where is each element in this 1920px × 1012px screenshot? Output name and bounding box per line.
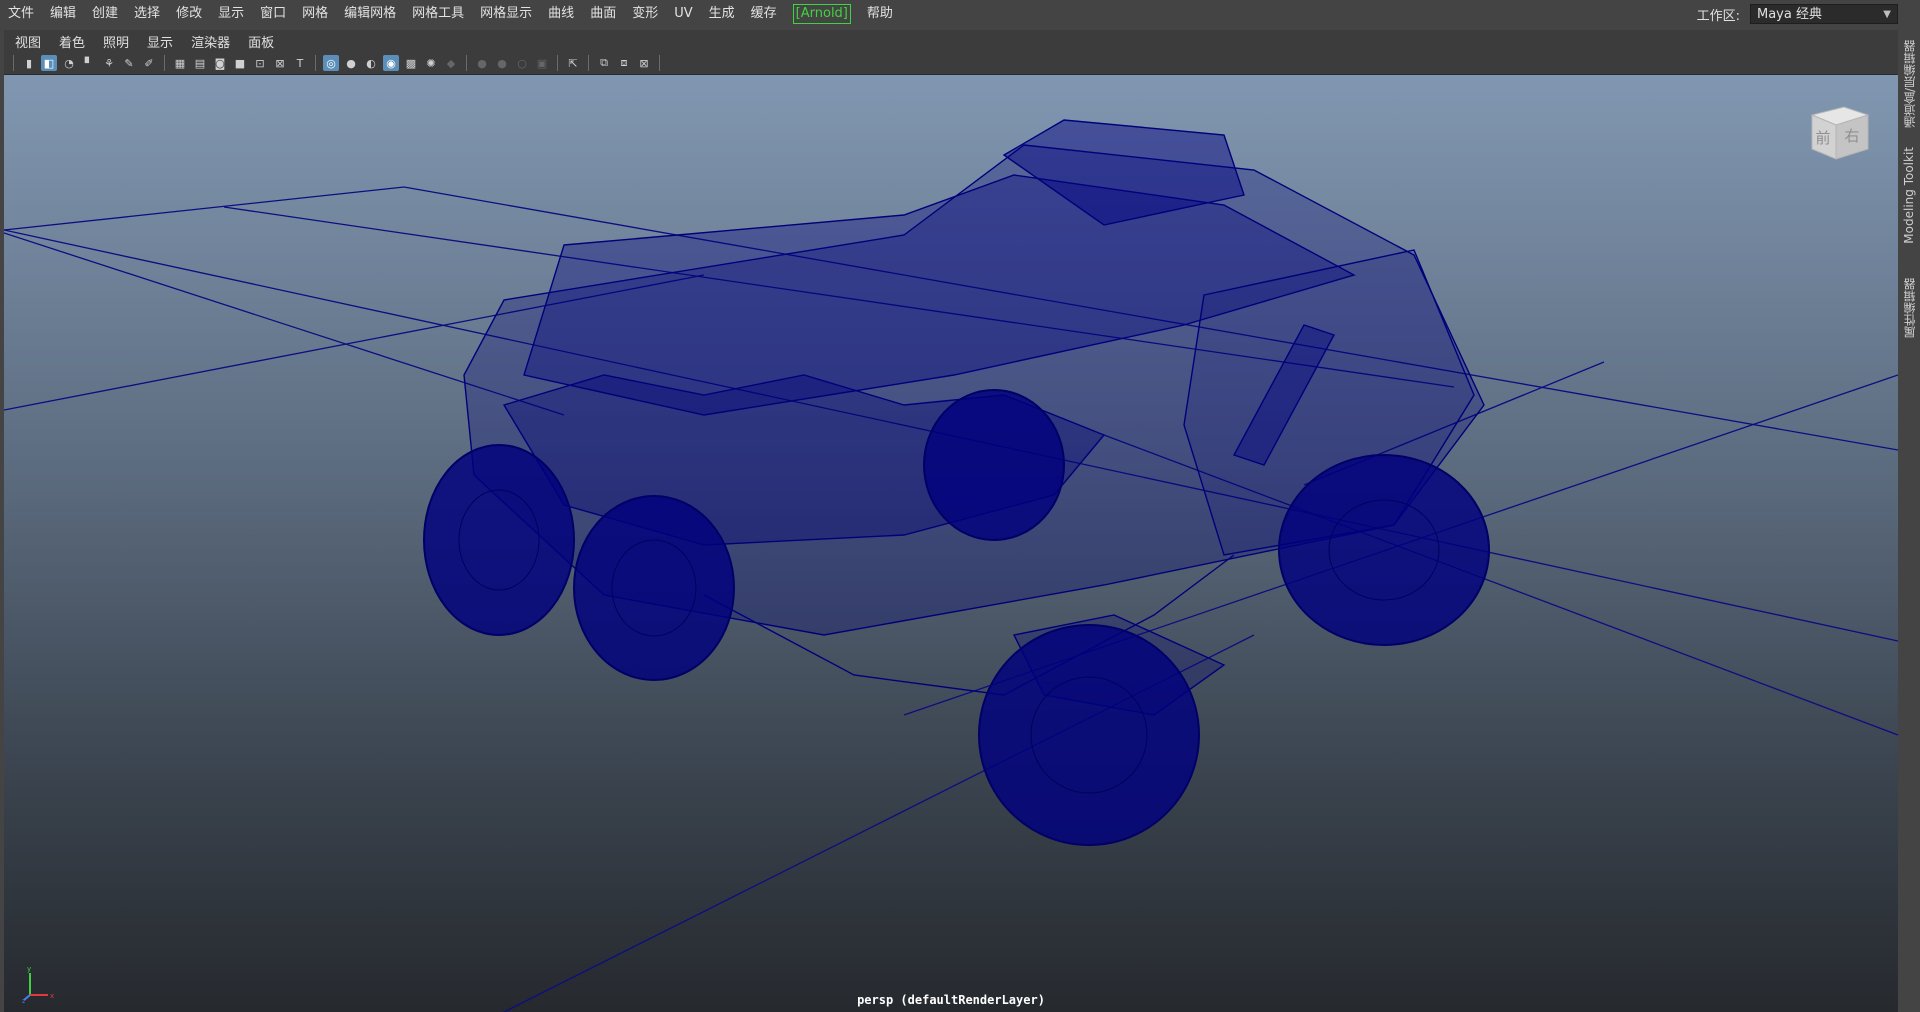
tab-modeling-toolkit[interactable]: Modeling Toolkit	[1898, 144, 1920, 246]
menu-edit[interactable]: 编辑	[42, 0, 84, 28]
textured-icon[interactable]: ▩	[403, 55, 419, 71]
menu-file[interactable]: 文件	[0, 0, 42, 28]
view-cube[interactable]: 前 右	[1804, 97, 1874, 167]
resolution-gate-icon[interactable]: ▤	[192, 55, 208, 71]
menu-select[interactable]: 选择	[126, 0, 168, 28]
multisample-aa-icon[interactable]: ○	[514, 55, 530, 71]
panel-menu-show[interactable]: 显示	[138, 32, 182, 51]
grid-icon[interactable]: ▦	[172, 55, 188, 71]
workspace-label: 工作区:	[1696, 8, 1740, 24]
toolbar-divider	[588, 55, 589, 71]
menu-window[interactable]: 窗口	[252, 0, 294, 28]
use-all-lights-icon[interactable]: ✺	[423, 55, 439, 71]
field-chart-icon[interactable]: ■	[232, 55, 248, 71]
camera-name-label: persp (defaultRenderLayer)	[857, 993, 1045, 1007]
hud-icon[interactable]: T	[292, 55, 308, 71]
main-menu-bar: 文件 编辑 创建 选择 修改 显示 窗口 网格 编辑网格 网格工具 网格显示 曲…	[0, 0, 1920, 28]
menu-display[interactable]: 显示	[210, 0, 252, 28]
workspace-dropdown[interactable]: Maya 经典 ▼	[1750, 4, 1898, 24]
menu-cache[interactable]: 缓存	[743, 0, 785, 28]
panel-menu-bar: 视图 着色 照明 显示 渲染器 面板	[4, 30, 1898, 52]
viewcube-front-label: 前	[1815, 129, 1830, 147]
image-plane-icon[interactable]: ▘	[81, 55, 97, 71]
vehicle-wireframe	[423, 119, 1490, 846]
safe-title-icon[interactable]: ⊠	[272, 55, 288, 71]
menu-deform[interactable]: 变形	[624, 0, 666, 28]
motion-blur-icon[interactable]: ●	[494, 55, 510, 71]
grease-pencil-icon[interactable]: ✎	[121, 55, 137, 71]
panel-menu-view[interactable]: 视图	[6, 32, 50, 51]
toolbar-divider	[659, 55, 660, 71]
menu-mesh-display[interactable]: 网格显示	[472, 0, 540, 28]
chevron-down-icon: ▼	[1883, 9, 1891, 20]
panel-menu-renderer[interactable]: 渲染器	[182, 32, 239, 51]
menu-arnold[interactable]: [Arnold]	[785, 0, 859, 28]
toolbar-divider	[164, 55, 165, 71]
camera-attr-icon[interactable]: ◧	[41, 55, 57, 71]
xray-icon[interactable]: ◉	[383, 55, 399, 71]
viewcube-right-label: 右	[1844, 127, 1859, 145]
tab-modeling-toolkit-label: Modeling Toolkit	[1902, 146, 1916, 244]
backface-cull-icon[interactable]: ⊠	[636, 55, 652, 71]
safe-action-icon[interactable]: ⊡	[252, 55, 268, 71]
menu-mesh[interactable]: 网格	[294, 0, 336, 28]
menu-help[interactable]: 帮助	[859, 0, 901, 28]
wireframe-icon[interactable]: ◎	[323, 55, 339, 71]
2d-pan-icon[interactable]: ⚘	[101, 55, 117, 71]
depth-of-field-icon[interactable]: ▣	[534, 55, 550, 71]
viewport-scene	[4, 119, 1898, 1012]
axis-y-label: y	[27, 965, 31, 973]
menu-generate[interactable]: 生成	[701, 0, 743, 28]
screen-space-ao-icon[interactable]: ●	[474, 55, 490, 71]
panel-menu-shading[interactable]: 着色	[50, 32, 94, 51]
menu-surfaces[interactable]: 曲面	[582, 0, 624, 28]
default-material-icon[interactable]: ◐	[363, 55, 379, 71]
menu-modify[interactable]: 修改	[168, 0, 210, 28]
tab-channel-box-label: 通道盒/层编辑器	[1902, 39, 1917, 129]
camera-icon[interactable]: ▮	[21, 55, 37, 71]
smooth-shade-icon[interactable]: ●	[343, 55, 359, 71]
menu-mesh-tools[interactable]: 网格工具	[404, 0, 472, 28]
isolate-select-icon[interactable]: ⇱	[565, 55, 581, 71]
tab-attribute-editor-label: 属性编辑器	[1902, 278, 1917, 338]
xray-active-icon[interactable]: ⧈	[616, 55, 632, 71]
viewport-panel: 视图 着色 照明 显示 渲染器 面板 ▮ ◧ ◔ ▘ ⚘ ✎ ✐ ▦ ▤ ◙ ■…	[4, 30, 1898, 1012]
menu-edit-mesh[interactable]: 编辑网格	[336, 0, 404, 28]
panel-menu-lighting[interactable]: 照明	[94, 32, 138, 51]
workspace-selector-group: 工作区: Maya 经典 ▼	[1697, 2, 1898, 26]
menu-arnold-label: [Arnold]	[792, 4, 851, 24]
gate-mask-icon[interactable]: ◙	[212, 55, 228, 71]
shadows-icon[interactable]: ◆	[443, 55, 459, 71]
film-gate-icon[interactable]: ✐	[141, 55, 157, 71]
toolbar-divider	[13, 55, 14, 71]
panel-menu-panels[interactable]: 面板	[239, 32, 283, 51]
tab-channel-box[interactable]: 通道盒/层编辑器	[1898, 32, 1920, 136]
menu-create[interactable]: 创建	[84, 0, 126, 28]
panel-toolbar: ▮ ◧ ◔ ▘ ⚘ ✎ ✐ ▦ ▤ ◙ ■ ⊡ ⊠ T ◎ ● ◐ ◉ ▩ ✺ …	[4, 52, 1898, 75]
toolbar-divider	[315, 55, 316, 71]
toolbar-divider	[557, 55, 558, 71]
right-side-tab-bar: 通道盒/层编辑器 Modeling Toolkit 属性编辑器	[1898, 30, 1920, 1012]
xray-joints-icon[interactable]: ⧉	[596, 55, 612, 71]
tab-attribute-editor[interactable]: 属性编辑器	[1898, 266, 1920, 350]
toolbar-divider	[466, 55, 467, 71]
3d-viewport[interactable]: 前 右 y x z persp (defaultRenderLayer)	[4, 75, 1898, 1012]
bookmark-icon[interactable]: ◔	[61, 55, 77, 71]
menu-uv[interactable]: UV	[666, 0, 700, 28]
menu-curves[interactable]: 曲线	[540, 0, 582, 28]
workspace-value: Maya 经典	[1757, 7, 1822, 22]
